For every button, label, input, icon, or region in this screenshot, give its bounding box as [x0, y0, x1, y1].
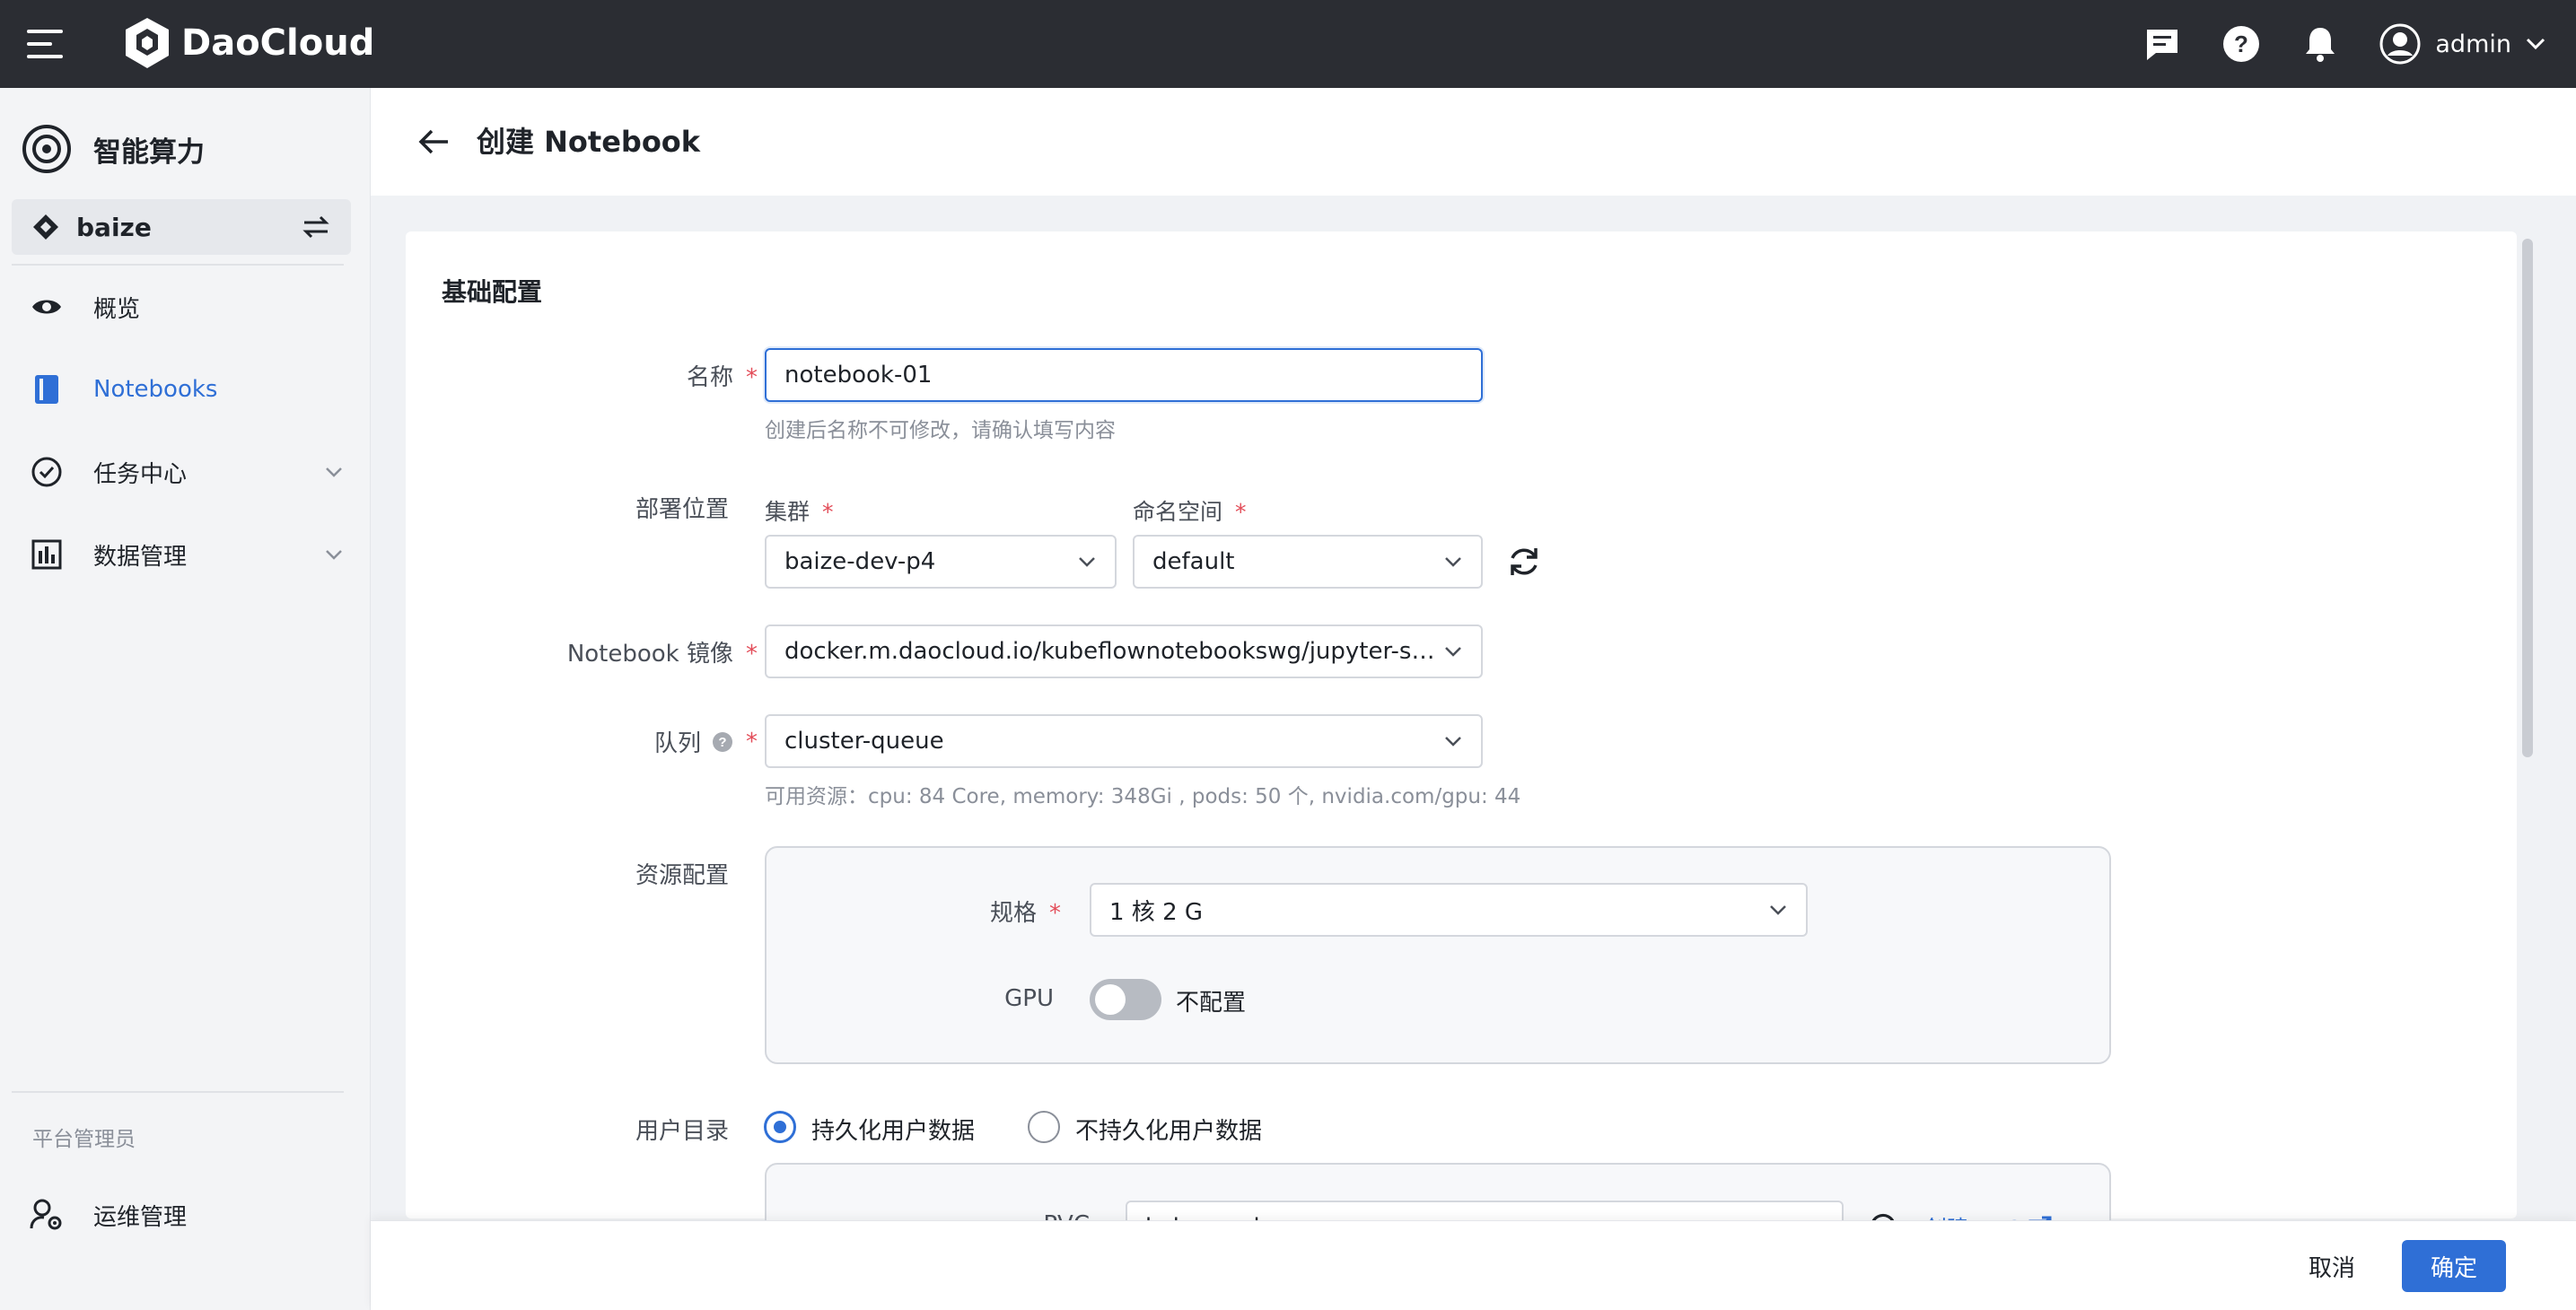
eye-icon	[29, 289, 65, 325]
resource-config-panel	[765, 846, 2111, 1064]
chevron-down-icon	[1445, 647, 1461, 657]
radio-persist-label[interactable]: 持久化用户数据	[811, 1113, 975, 1146]
help-circle-icon[interactable]: ?	[712, 731, 733, 753]
chevron-down-icon	[1445, 557, 1461, 567]
chevron-down-icon	[2526, 38, 2545, 50]
queue-available-resources: 可用资源：cpu: 84 Core, memory: 348Gi , pods:…	[765, 785, 1521, 808]
back-arrow-icon[interactable]	[417, 127, 450, 156]
gpu-toggle-text: 不配置	[1176, 990, 1247, 1017]
footer-bar	[371, 1220, 2576, 1310]
top-bar: DaoCloud ? admin	[0, 0, 2576, 88]
notebook-icon	[29, 371, 65, 407]
radio-persist[interactable]	[764, 1111, 796, 1143]
chevron-down-icon	[1079, 557, 1095, 567]
queue-label: 队列 ? *	[653, 728, 758, 758]
chevron-down-icon	[326, 550, 342, 560]
namespace-select[interactable]: default	[1133, 535, 1483, 589]
daocloud-logo-icon	[126, 18, 169, 68]
ai-compute-icon	[22, 125, 71, 173]
user-avatar-icon	[2379, 23, 2421, 65]
sidebar-item-data-management[interactable]: 数据管理	[29, 528, 343, 581]
scrollbar-thumb[interactable]	[2522, 239, 2533, 757]
user-menu[interactable]: admin	[2379, 23, 2545, 65]
chevron-down-icon	[1445, 737, 1461, 747]
refresh-icon[interactable]	[1506, 544, 1542, 580]
switch-icon[interactable]	[301, 214, 331, 240]
cluster-label: 集群 *	[765, 499, 834, 525]
page-header: 创建 Notebook	[371, 88, 2576, 196]
confirm-button[interactable]: 确定	[2402, 1240, 2506, 1292]
user-settings-icon	[29, 1197, 65, 1233]
sidebar-divider	[12, 1091, 344, 1093]
module-title: 智能算力	[22, 124, 205, 174]
gpu-label: GPU	[1004, 985, 1054, 1012]
help-icon[interactable]: ?	[2221, 24, 2261, 64]
spec-select[interactable]: 1 核 2 G	[1090, 883, 1808, 937]
name-label: 名称 *	[686, 364, 758, 391]
sidebar-item-task-center[interactable]: 任务中心	[29, 445, 343, 499]
image-label: Notebook 镜像 *	[566, 641, 758, 668]
user-dir-label: 用户目录	[635, 1118, 729, 1145]
sidebar-item-ops-management[interactable]: 运维管理	[29, 1188, 343, 1242]
name-input[interactable]: notebook-01	[765, 348, 1483, 402]
chevron-down-icon	[1770, 905, 1786, 915]
page-title: 创建 Notebook	[477, 125, 701, 159]
name-help-text: 创建后名称不可修改，请确认填写内容	[765, 419, 1116, 442]
sidebar-item-overview[interactable]: 概览	[29, 280, 343, 334]
workspace-switcher[interactable]: baize	[12, 199, 351, 255]
cancel-button[interactable]: 取消	[2280, 1240, 2384, 1292]
image-select[interactable]: docker.m.daocloud.io/kubeflownotebookswg…	[765, 624, 1483, 678]
svg-text:?: ?	[2234, 31, 2248, 57]
bell-icon[interactable]	[2300, 24, 2340, 64]
namespace-label: 命名空间 *	[1133, 499, 1247, 525]
workspace-name: baize	[76, 212, 152, 242]
sidebar: 智能算力 baize 概览 Notebooks 任务中心 数据管理 平台管理员 …	[0, 88, 371, 1310]
radio-no-persist[interactable]	[1028, 1111, 1060, 1143]
section-title-basic: 基础配置	[442, 277, 543, 307]
cluster-select[interactable]: baize-dev-p4	[765, 535, 1117, 589]
spec-label: 规格 *	[989, 900, 1061, 927]
sidebar-item-notebooks[interactable]: Notebooks	[29, 362, 343, 416]
message-icon[interactable]	[2142, 24, 2182, 64]
sidebar-section-label: 平台管理员	[32, 1128, 136, 1151]
workspace-icon	[33, 214, 58, 240]
gpu-toggle[interactable]	[1090, 979, 1161, 1020]
queue-select[interactable]: cluster-queue	[765, 714, 1483, 768]
user-name: admin	[2435, 30, 2511, 58]
task-check-icon	[29, 454, 65, 490]
sidebar-divider	[12, 264, 344, 266]
data-chart-icon	[29, 537, 65, 572]
svg-text:?: ?	[718, 735, 726, 750]
menu-icon[interactable]	[27, 30, 63, 58]
radio-no-persist-label[interactable]: 不持久化用户数据	[1075, 1113, 1262, 1146]
resource-config-label: 资源配置	[635, 862, 729, 889]
deploy-location-label: 部署位置	[635, 496, 729, 523]
brand-name: DaoCloud	[181, 22, 375, 64]
chevron-down-icon	[326, 467, 342, 477]
brand-logo[interactable]: DaoCloud	[122, 16, 374, 70]
